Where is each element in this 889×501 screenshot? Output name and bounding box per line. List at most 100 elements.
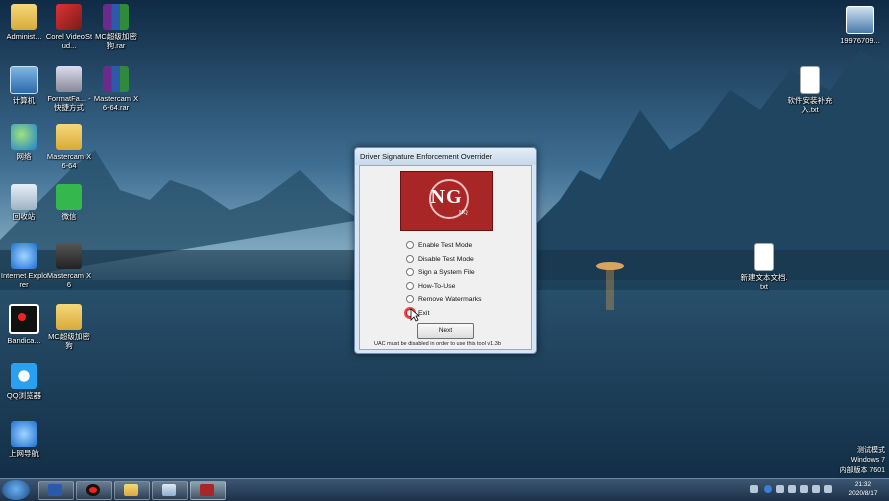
status-text: UAC must be disabled in order to use thi… <box>374 341 501 347</box>
wechat-icon <box>56 184 82 210</box>
radio-button[interactable] <box>406 295 414 303</box>
option-label: Remove Watermarks <box>418 295 482 303</box>
computer-icon <box>10 66 38 94</box>
option-label: Enable Test Mode <box>418 241 473 249</box>
taskbar: 21:32 2020/8/17 <box>0 478 889 501</box>
option-remove-watermarks[interactable]: Remove Watermarks <box>406 295 482 306</box>
desktop-icon-label: MC超级加密狗.rar <box>95 32 137 50</box>
folder-icon <box>56 304 82 330</box>
desktop-icon-bandicam[interactable]: Bandica... <box>0 304 48 345</box>
option-disable-test-mode[interactable]: Disable Test Mode <box>406 255 474 266</box>
watermark-line-2: Windows 7 <box>850 457 885 464</box>
desktop-icon-internet-explorer[interactable]: Internet Explorer <box>0 243 48 289</box>
folder-icon <box>11 4 37 30</box>
flag-icon[interactable] <box>800 485 808 493</box>
option-enable-test-mode[interactable]: Enable Test Mode <box>406 241 472 252</box>
qq-browser-icon <box>11 363 37 389</box>
desktop-icon-label: Corel VideoStud... <box>45 32 93 50</box>
tray-arrow-icon[interactable] <box>776 485 784 493</box>
test-mode-watermark: 测试模式 Windows 7 内部版本 7601 <box>839 446 885 476</box>
option-sign-system-file[interactable]: Sign a System File <box>406 268 475 279</box>
recycle-bin-icon <box>11 184 37 210</box>
desktop-icon-label: Bandica... <box>7 336 41 345</box>
mastercam-icon <box>56 243 82 269</box>
radio-button[interactable] <box>406 241 414 249</box>
desktop-icon-mastercam-folder[interactable]: Mastercam X6-64 <box>45 124 93 170</box>
desktop-icon-label: 微信 <box>61 212 77 221</box>
ng-logo: NG HQ <box>400 171 493 231</box>
desktop-icon-label: 计算机 <box>12 96 36 105</box>
text-file-icon <box>800 66 820 94</box>
desktop-icon-mastercam-rar[interactable]: Mastercam X6-64.rar <box>92 66 140 112</box>
watermark-line-3: 内部版本 7601 <box>839 467 885 474</box>
desktop-icon-computer[interactable]: 计算机 <box>0 66 48 105</box>
notepad-icon <box>162 484 176 496</box>
option-label: Sign a System File <box>418 268 475 276</box>
desktop-icon-administrator[interactable]: Administ... <box>0 4 48 41</box>
desktop-icon-screenshot[interactable]: 19976709... <box>834 6 886 45</box>
taskbar-notepad-button[interactable] <box>152 481 188 500</box>
screenshot-icon <box>846 6 874 34</box>
taskbar-clock[interactable]: 21:32 2020/8/17 <box>841 480 885 498</box>
shortcut-icon <box>56 66 82 92</box>
taskbar-dseo-button[interactable] <box>190 481 226 500</box>
desktop-icon-mc-dongle-folder[interactable]: MC超级加密狗 <box>45 304 93 350</box>
dialog-client-area: NG HQ Enable Test Mode Disable Test Mode… <box>359 165 532 350</box>
bandicam-icon <box>9 304 39 334</box>
clock-date: 2020/8/17 <box>848 490 878 497</box>
option-label: Disable Test Mode <box>418 255 474 263</box>
desktop-icon-label: 新建文本文档.txt <box>740 273 788 291</box>
watermark-line-1: 测试模式 <box>857 447 885 454</box>
desktop-icon-formatfactory[interactable]: FormatFa... - 快捷方式 <box>45 66 93 112</box>
desktop-icon-new-text-doc[interactable]: 新建文本文档.txt <box>740 243 788 291</box>
folder-icon <box>124 484 138 496</box>
system-tray: 21:32 2020/8/17 <box>744 479 889 501</box>
ie-icon <box>11 243 37 269</box>
folder-icon <box>56 124 82 150</box>
radio-button[interactable] <box>406 255 414 263</box>
monitor-icon[interactable] <box>812 485 820 493</box>
desktop-icon-install-notes[interactable]: 软件安装补充入.txt <box>786 66 834 114</box>
desktop-icon-corel-videostudio[interactable]: Corel VideoStud... <box>45 4 93 50</box>
network-icon <box>11 124 37 150</box>
desktop-icon-label: Mastercam X6-64 <box>46 152 92 170</box>
desktop-icon-label: Mastercam X6 <box>46 271 92 289</box>
keyboard-icon[interactable] <box>750 485 758 493</box>
bandicam-icon <box>86 484 100 496</box>
mouse-cursor-icon <box>410 308 420 322</box>
desktop-icon-recycle-bin[interactable]: 回收站 <box>0 184 48 221</box>
desktop-icon-label: 上网导航 <box>9 449 39 458</box>
desktop-icon-label: 软件安装补充入.txt <box>787 96 833 114</box>
dialog-title[interactable]: Driver Signature Enforcement Overrider <box>355 148 536 165</box>
windows-explorer-icon <box>48 484 62 496</box>
desktop-icon-wechat[interactable]: 微信 <box>45 184 93 221</box>
next-button[interactable]: Next <box>417 323 474 339</box>
desktop-icon-mastercam[interactable]: Mastercam X6 <box>45 243 93 289</box>
dseo-dialog: Driver Signature Enforcement Overrider N… <box>354 147 537 354</box>
desktop-icon-network[interactable]: 网络 <box>0 124 48 161</box>
desktop-icon-label: 19976709... <box>840 36 880 45</box>
start-button[interactable] <box>2 480 30 500</box>
rar-icon <box>103 66 129 92</box>
desktop-icon-qq-browser[interactable]: QQ浏览器 <box>0 363 48 400</box>
desktop-icon-label: FormatFa... - 快捷方式 <box>47 94 91 112</box>
logo-text: NG <box>430 186 463 208</box>
desktop-icon-mc-dongle-rar[interactable]: MC超级加密狗.rar <box>92 4 140 50</box>
desktop-icon-navigation[interactable]: 上网导航 <box>0 421 48 458</box>
taskbar-folder-button[interactable] <box>114 481 150 500</box>
desktop-icon-label: QQ浏览器 <box>6 391 42 400</box>
ng-dseo-icon <box>200 484 214 496</box>
volume-icon[interactable] <box>824 485 832 493</box>
option-how-to-use[interactable]: How-To-Use <box>406 282 455 293</box>
network-tray-icon[interactable] <box>788 485 796 493</box>
desktop-icon-label: Administ... <box>6 32 42 41</box>
desktop-icon-label: MC超级加密狗 <box>48 332 90 350</box>
help-icon[interactable] <box>764 485 772 493</box>
taskbar-explorer-button[interactable] <box>38 481 74 500</box>
taskbar-bandicam-button[interactable] <box>76 481 112 500</box>
desktop-icon-label: Internet Explorer <box>0 271 48 289</box>
radio-button[interactable] <box>406 268 414 276</box>
radio-button[interactable] <box>406 282 414 290</box>
rar-icon <box>103 4 129 30</box>
clock-time: 21:32 <box>854 481 872 488</box>
